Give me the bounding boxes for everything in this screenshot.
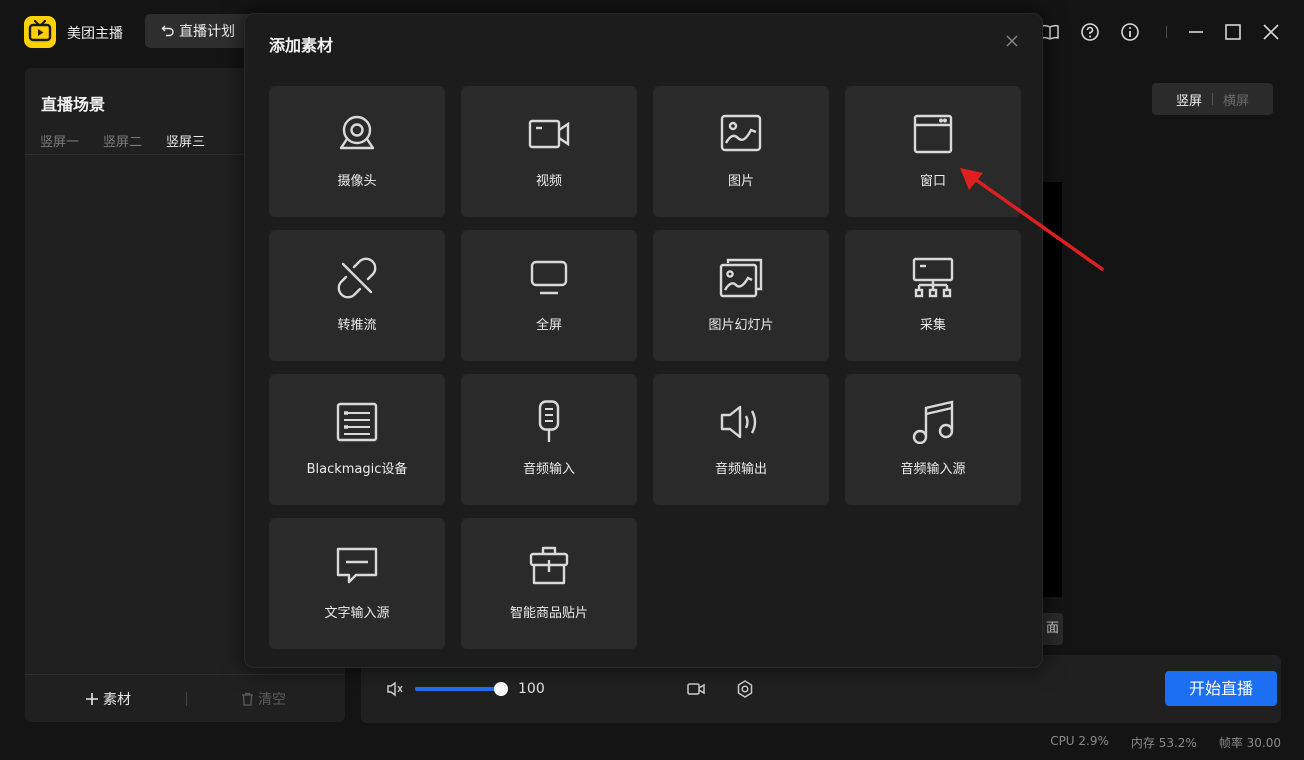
trash-icon	[242, 692, 253, 706]
volume-icon[interactable]	[385, 679, 405, 699]
footer-divider	[186, 692, 187, 706]
orientation-toggle[interactable]: 竖屏 横屏	[1152, 83, 1273, 115]
tile-audio-source[interactable]: 音频输入源	[845, 374, 1021, 505]
orientation-divider	[1212, 93, 1213, 105]
tile-audio-input[interactable]: 音频输入	[461, 374, 637, 505]
tile-label: Blackmagic设备	[306, 462, 408, 477]
close-icon[interactable]	[1261, 22, 1281, 42]
scene-panel-footer: 素材 清空	[25, 674, 345, 722]
device-icon	[335, 400, 379, 444]
start-live-button[interactable]: 开始直播	[1165, 671, 1277, 706]
music-icon	[911, 400, 955, 444]
title-bar-divider	[1166, 26, 1167, 38]
tile-video[interactable]: 视频	[461, 86, 637, 217]
video-icon	[527, 112, 571, 156]
capture-icon	[911, 256, 955, 300]
volume-value: 100	[518, 681, 545, 697]
tile-label: 图片幻灯片	[708, 318, 774, 333]
tile-fullscreen[interactable]: 全屏	[461, 230, 637, 361]
add-source-dialog: 添加素材 摄像头 视频 图片 窗口 转推流 全屏 图片幻灯片 采集 Blackm…	[244, 13, 1043, 668]
clear-label: 清空	[258, 692, 286, 708]
tile-webcam[interactable]: 摄像头	[269, 86, 445, 217]
dialog-close-icon[interactable]	[1005, 34, 1019, 48]
tile-label: 音频输入	[522, 462, 575, 477]
landscape-option[interactable]: 横屏	[1223, 90, 1249, 109]
tile-label: 摄像头	[337, 174, 377, 189]
help-icon[interactable]	[1080, 22, 1100, 42]
tile-label: 音频输出	[714, 462, 767, 477]
annotation-arrow	[960, 168, 1104, 271]
frame-rate: 帧率 30.00	[1218, 736, 1281, 750]
cpu-usage: CPU 2.9%	[1050, 734, 1109, 748]
maximize-icon[interactable]	[1223, 22, 1243, 42]
scene-tab-1[interactable]: 竖屏一	[40, 131, 79, 150]
image-icon	[719, 112, 763, 156]
unlink-icon	[335, 256, 379, 300]
tile-label: 音频输入源	[900, 462, 966, 477]
volume-slider-track[interactable]	[415, 687, 501, 691]
shopping-bag-icon	[527, 544, 571, 588]
tile-label: 采集	[919, 318, 946, 333]
book-icon[interactable]	[1040, 22, 1060, 42]
memory-usage: 内存 53.2%	[1130, 736, 1197, 750]
tile-text-source[interactable]: 文字输入源	[269, 518, 445, 649]
app-name: 美团主播	[67, 26, 123, 42]
minimize-icon[interactable]	[1186, 22, 1206, 42]
tile-label: 智能商品贴片	[509, 606, 588, 621]
tile-label: 转推流	[337, 318, 377, 333]
live-plan-button[interactable]: 直播计划	[145, 14, 255, 48]
volume-slider-handle[interactable]	[494, 682, 508, 696]
slideshow-icon	[719, 256, 763, 300]
tile-label: 文字输入源	[324, 606, 390, 621]
portrait-option[interactable]: 竖屏	[1176, 90, 1202, 109]
add-source-button[interactable]: 素材	[85, 689, 131, 709]
microphone-icon	[527, 400, 571, 444]
monitor-icon	[527, 256, 571, 300]
source-grid: 摄像头 视频 图片 窗口 转推流 全屏 图片幻灯片 采集 Blackmagic设…	[269, 86, 1021, 649]
live-plan-label: 直播计划	[179, 24, 235, 40]
tile-label: 全屏	[535, 318, 562, 333]
status-bar: CPU 2.9% 内存 53.2% 帧率 30.00	[1050, 734, 1281, 751]
settings-icon[interactable]	[735, 679, 755, 699]
tile-label: 窗口	[919, 174, 946, 189]
volume-slider-fill	[415, 687, 501, 691]
text-bubble-icon	[335, 544, 379, 588]
info-icon[interactable]	[1120, 22, 1140, 42]
scene-tabs: 竖屏一 竖屏二 竖屏三	[40, 131, 205, 150]
tile-label: 视频	[535, 174, 562, 189]
dialog-title: 添加素材	[269, 36, 334, 55]
window-icon	[911, 112, 955, 156]
tile-audio-output[interactable]: 音频输出	[653, 374, 829, 505]
tile-image[interactable]: 图片	[653, 86, 829, 217]
scene-tab-3[interactable]: 竖屏三	[166, 131, 205, 150]
tile-label: 图片	[727, 174, 754, 189]
add-source-label: 素材	[103, 692, 131, 708]
camera-icon[interactable]	[686, 679, 706, 699]
tile-restream[interactable]: 转推流	[269, 230, 445, 361]
plus-icon	[86, 693, 98, 705]
clear-button[interactable]: 清空	[241, 689, 286, 709]
app-logo	[24, 16, 56, 48]
speaker-icon	[719, 400, 763, 444]
scene-tab-2[interactable]: 竖屏二	[103, 131, 142, 150]
tile-smart-product[interactable]: 智能商品贴片	[461, 518, 637, 649]
webcam-icon	[335, 112, 379, 156]
tile-blackmagic[interactable]: Blackmagic设备	[269, 374, 445, 505]
tile-slideshow[interactable]: 图片幻灯片	[653, 230, 829, 361]
undo-icon	[161, 25, 174, 37]
scene-panel-title: 直播场景	[41, 95, 106, 114]
